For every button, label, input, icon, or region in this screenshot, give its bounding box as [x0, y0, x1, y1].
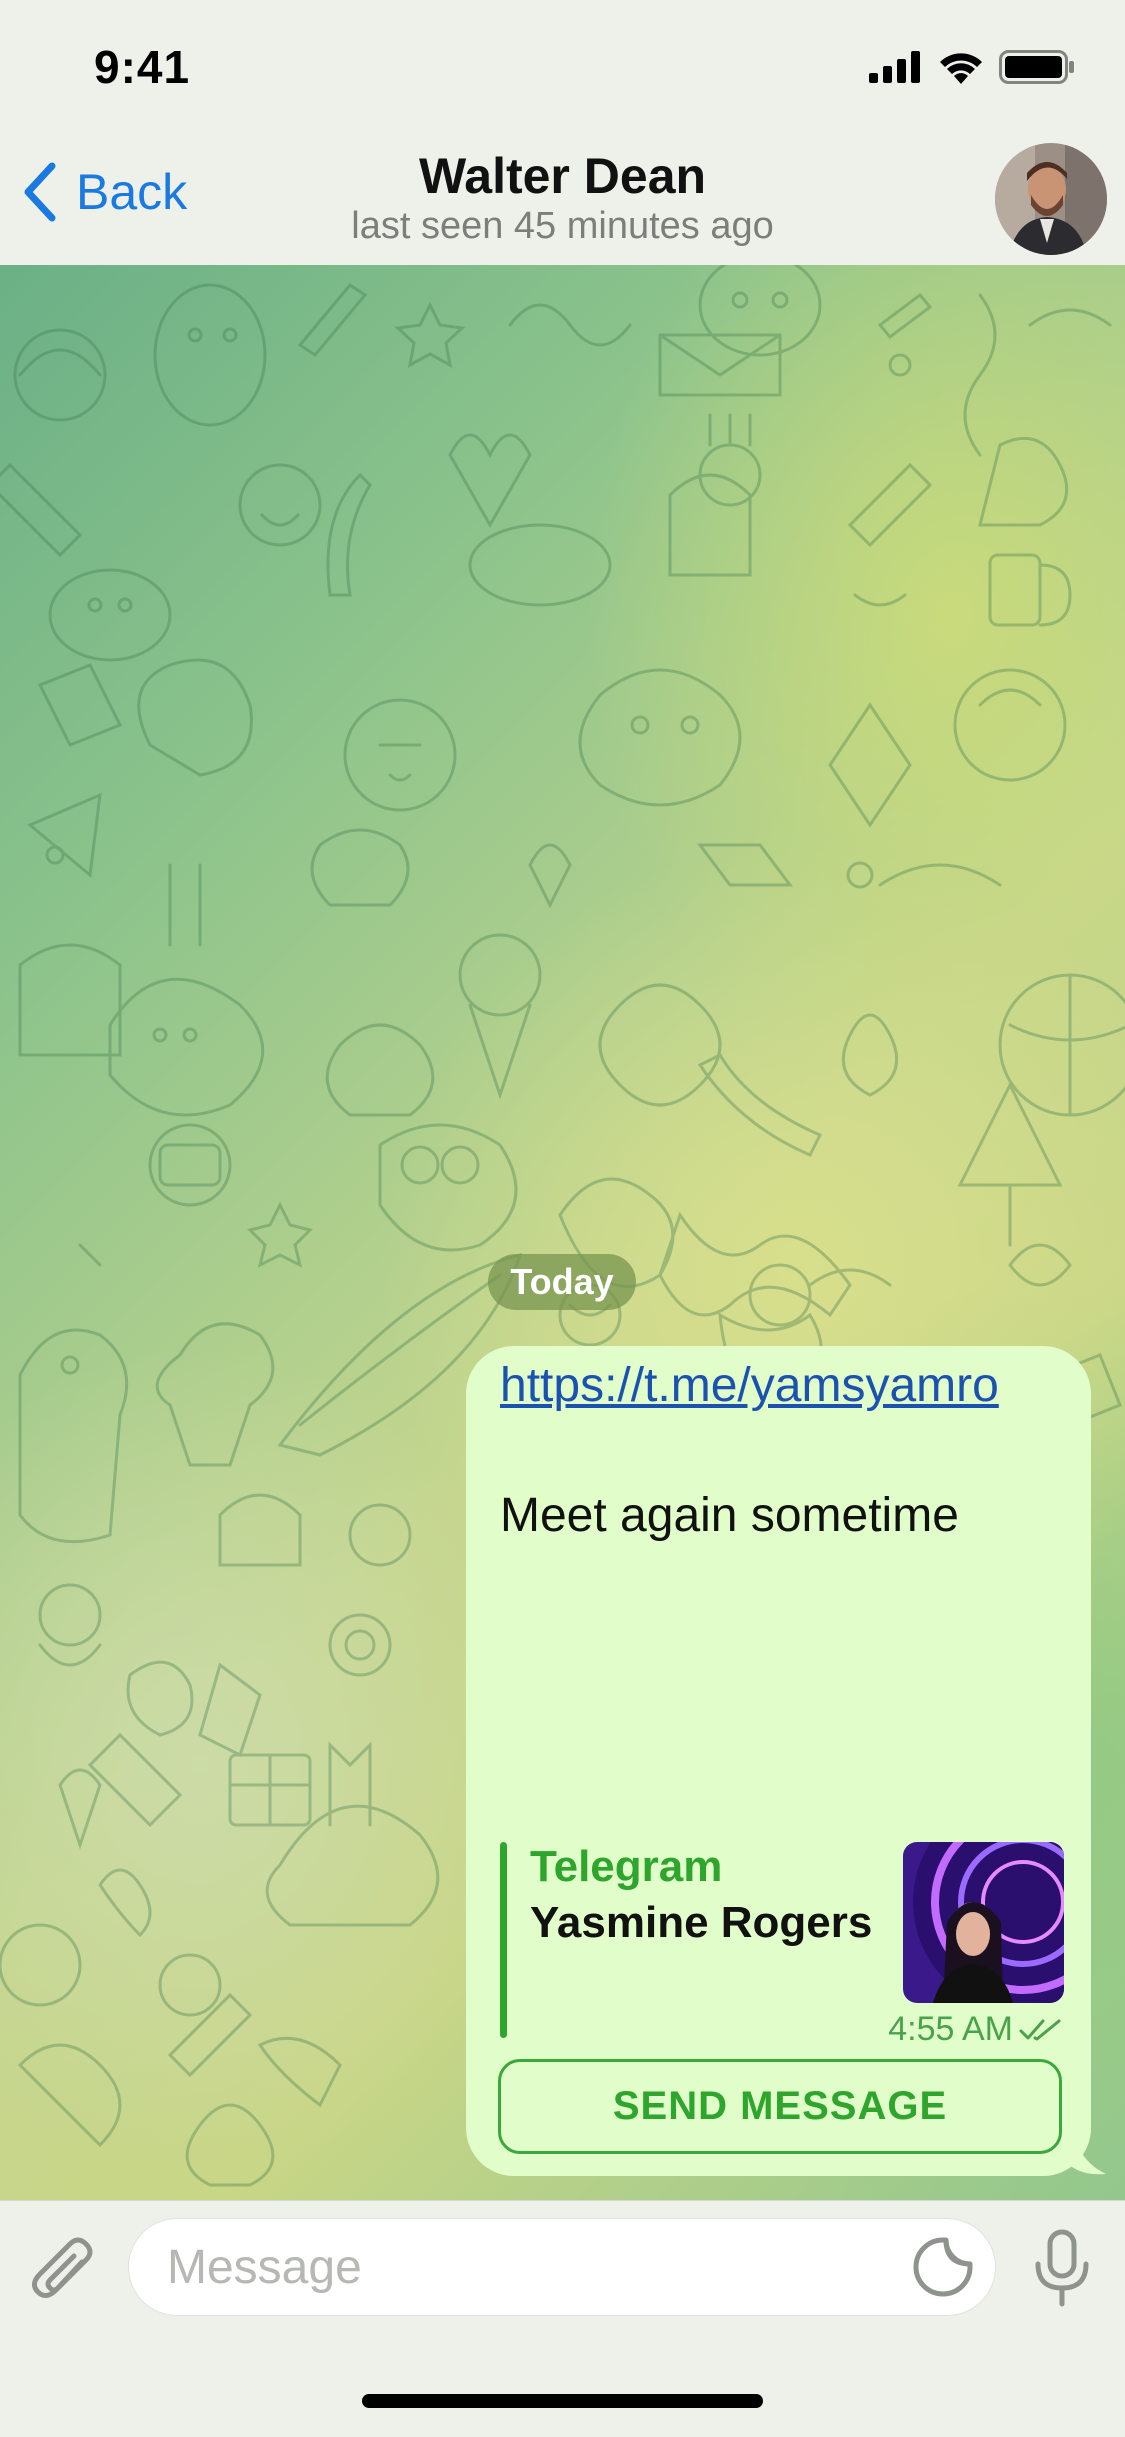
status-bar: 9:41: [0, 0, 1125, 135]
last-seen-status: last seen 45 minutes ago: [351, 205, 774, 247]
cellular-signal-icon: [869, 51, 920, 83]
message-text: Meet again sometime: [500, 1489, 959, 1542]
double-check-icon: [1019, 2019, 1061, 2040]
bubble-tail: [1070, 2120, 1106, 2175]
link-preview-site[interactable]: Telegram: [530, 1842, 722, 1892]
battery-icon: [999, 50, 1074, 84]
status-time: 9:41: [94, 41, 191, 93]
wifi-icon: [940, 53, 982, 84]
contact-avatar[interactable]: [995, 143, 1107, 255]
message-link[interactable]: https://t.me/yamsyamro: [500, 1358, 999, 1413]
contact-name[interactable]: Walter Dean: [0, 147, 1125, 205]
chat-header: Back Walter Dean last seen 45 minutes ag…: [0, 135, 1125, 266]
sticker-icon[interactable]: [912, 2236, 974, 2298]
date-separator: Today: [488, 1254, 636, 1310]
microphone-icon[interactable]: [1030, 2228, 1094, 2308]
home-indicator: [362, 2394, 763, 2408]
status-icons: [869, 50, 1075, 84]
paperclip-icon[interactable]: [30, 2232, 100, 2308]
link-preview-bar: [500, 1842, 507, 2038]
send-message-button[interactable]: SEND MESSAGE: [498, 2059, 1062, 2154]
message-input[interactable]: [128, 2218, 996, 2316]
link-preview-thumbnail[interactable]: [903, 1842, 1064, 2003]
message-time: 4:55 AM: [888, 2010, 1013, 2048]
message-bubble[interactable]: [466, 1346, 1091, 2176]
message-meta: 4:55 AM: [888, 2010, 1063, 2049]
link-preview-title[interactable]: Yasmine Rogers: [530, 1898, 872, 1948]
